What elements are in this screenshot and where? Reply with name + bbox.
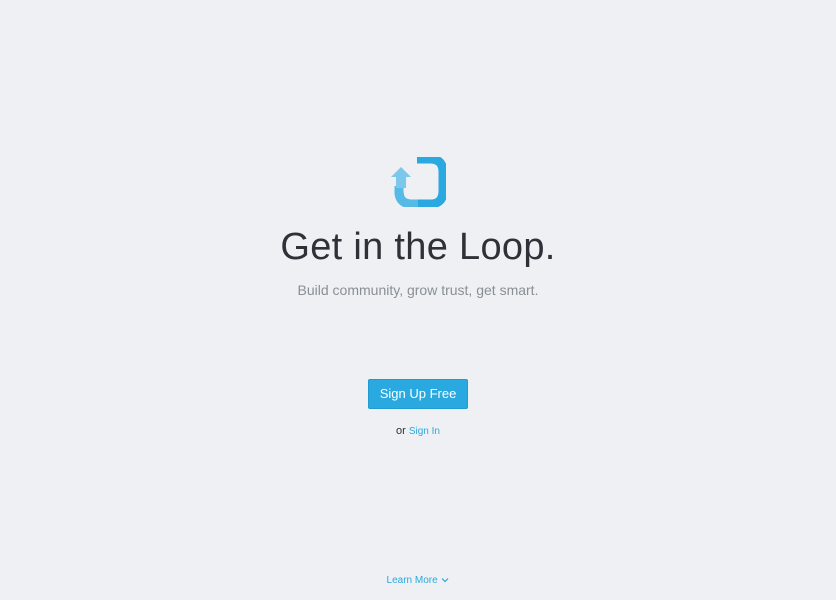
learn-more: Learn More [0,574,836,588]
sign-in-line: or Sign In [0,423,836,440]
chevron-down-icon [442,578,449,583]
landing-page: Get in the Loop. Build community, grow t… [0,0,836,600]
page-title: Get in the Loop. [280,226,556,268]
sign-in-link[interactable]: Sign In [409,426,440,437]
loop-logo [390,154,448,209]
tagline: Build community, grow trust, get smart. [297,282,539,298]
or-text: or [396,425,406,437]
learn-more-link[interactable]: Learn More [387,575,450,586]
loop-arrow-icon [391,154,448,209]
sign-up-button[interactable]: Sign Up Free [368,379,468,409]
learn-more-label: Learn More [386,575,438,586]
